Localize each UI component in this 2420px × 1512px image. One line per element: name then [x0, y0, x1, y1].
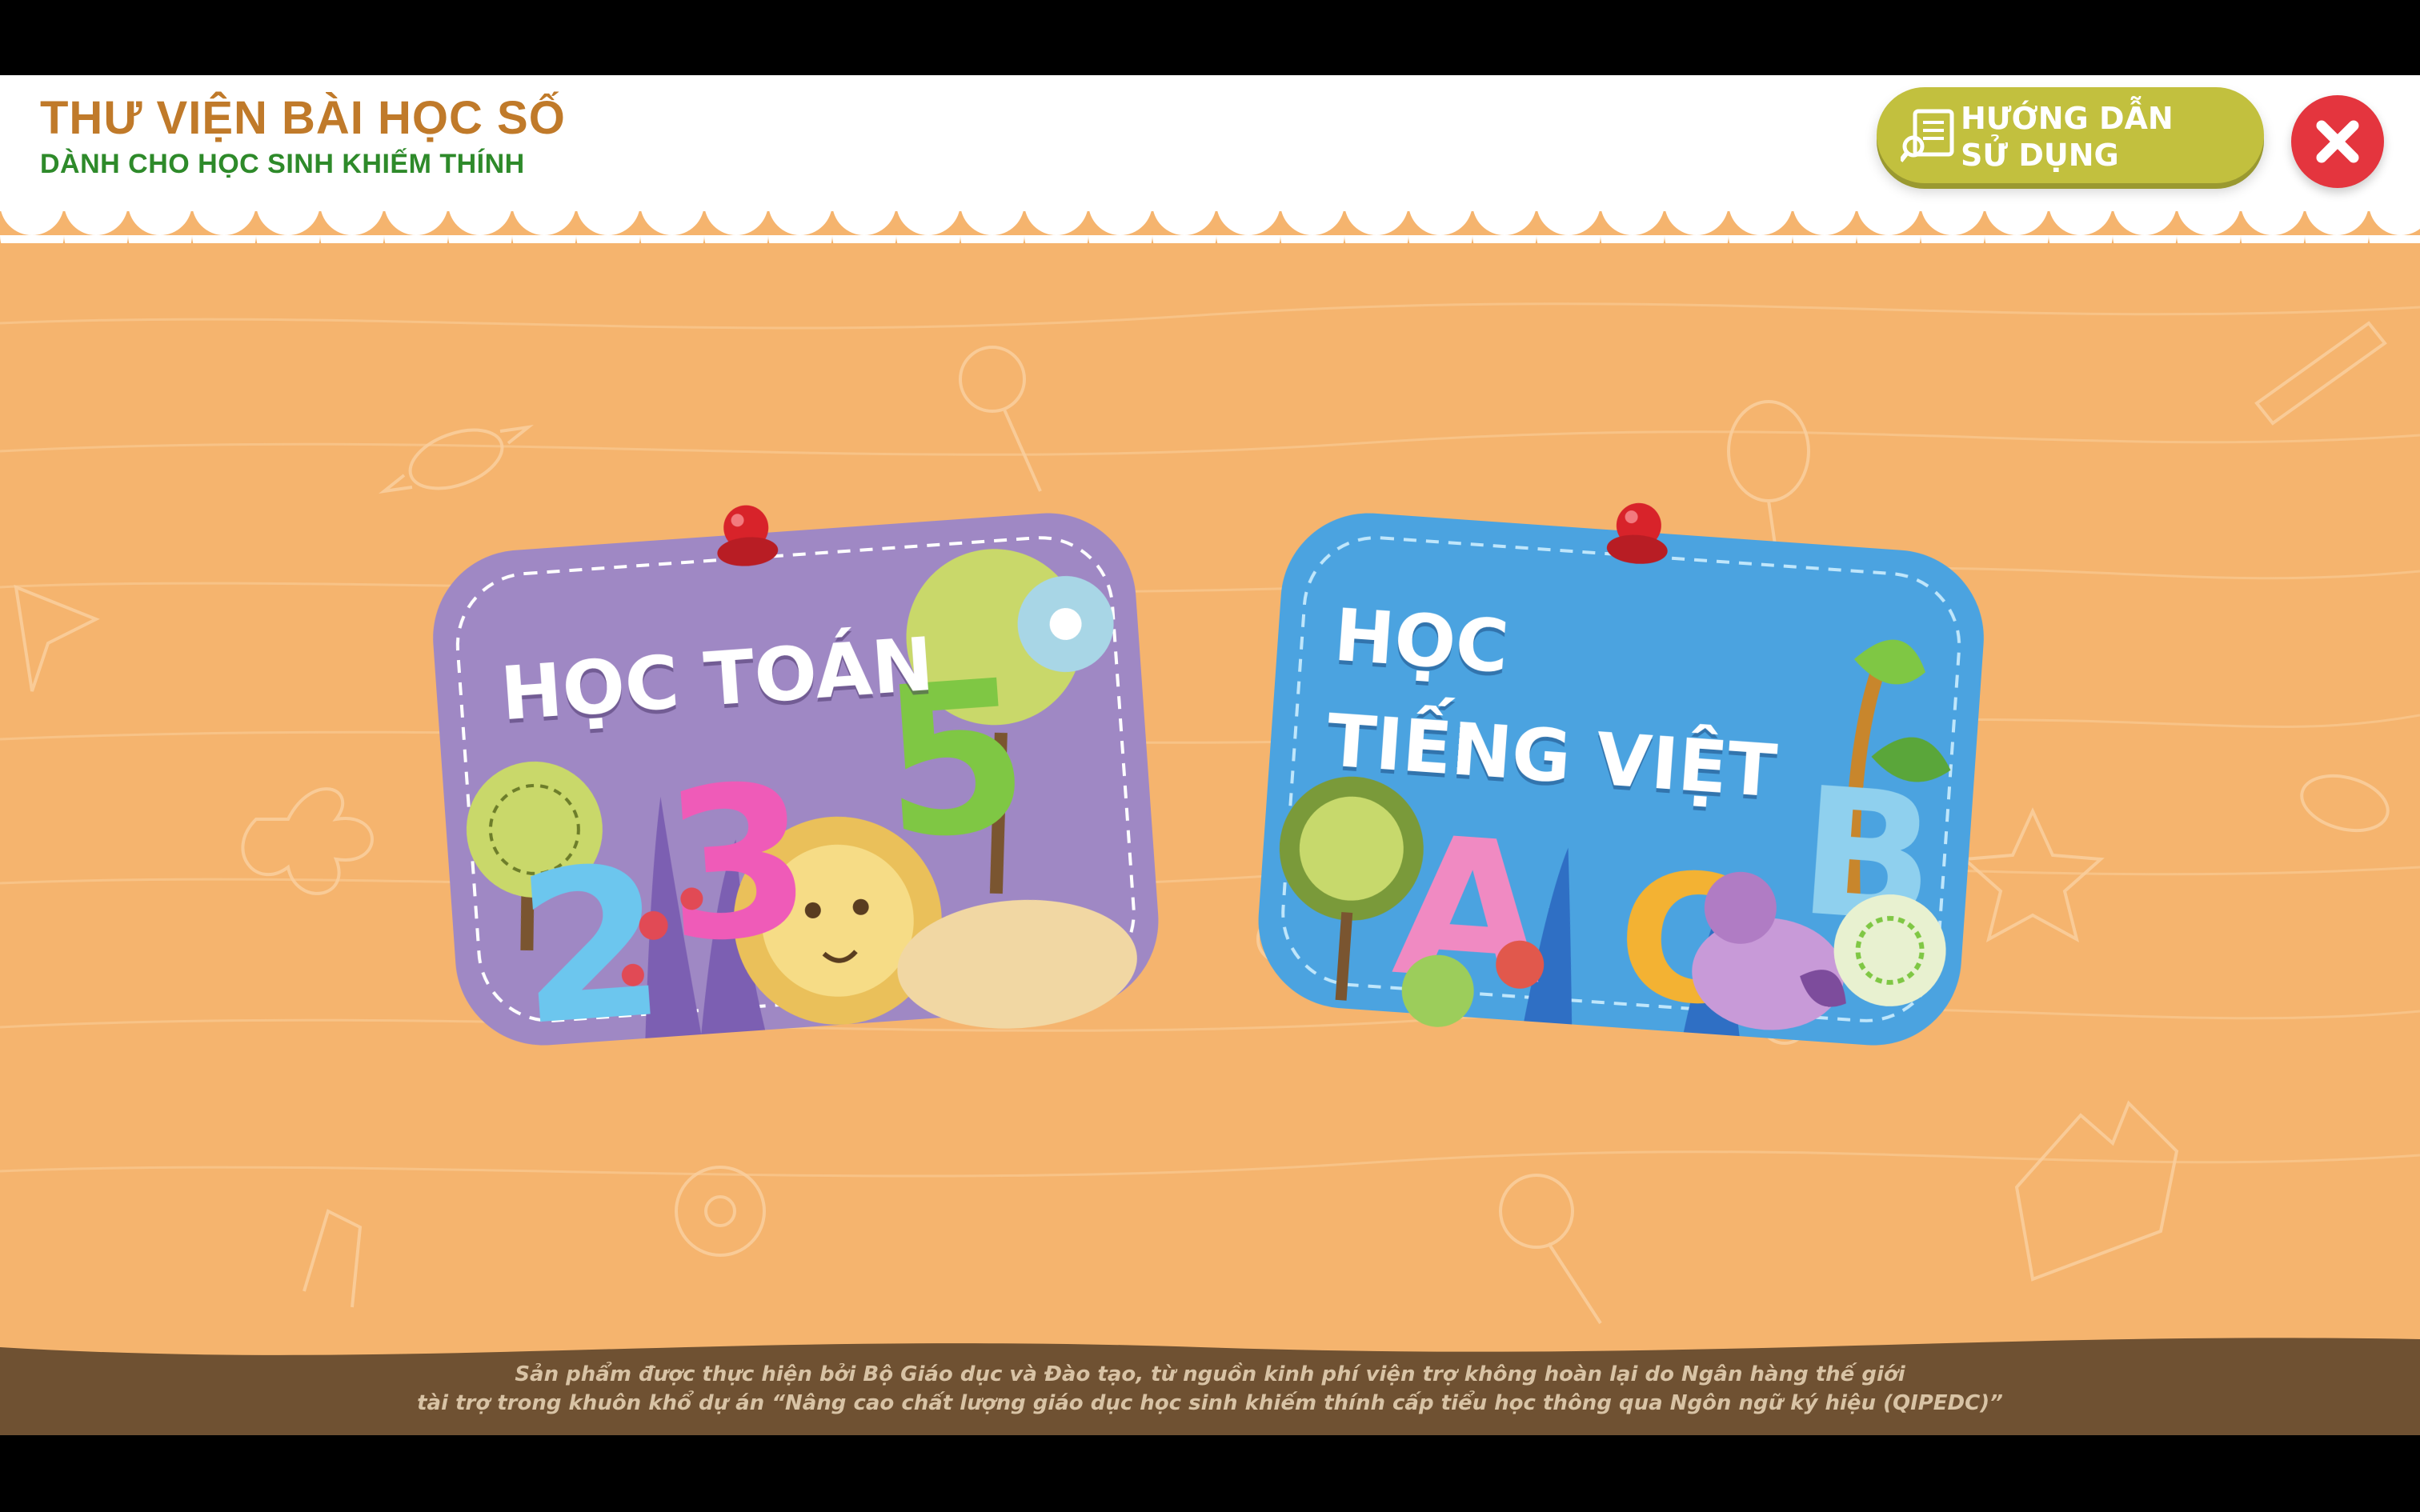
page-subtitle: DÀNH CHO HỌC SINH KHIẾM THÍNH — [40, 149, 525, 179]
user-guide-button[interactable]: HƯỚNG DẪN SỬ DỤNG — [1877, 87, 2264, 183]
top-letterbox — [0, 0, 2420, 75]
footer-credits: Sản phẩm được thực hiện bởi Bộ Giáo dục … — [0, 1360, 2420, 1418]
footer-line-2: tài trợ trong khuôn khổ dự án “Nâng cao … — [417, 1391, 2003, 1415]
header: THƯ VIỆN BÀI HỌC SỐ DÀNH CHO HỌC SINH KH… — [0, 75, 2420, 243]
bottom-letterbox — [0, 1435, 2420, 1512]
close-icon — [2316, 120, 2359, 163]
page-title: THƯ VIỆN BÀI HỌC SỐ — [40, 92, 566, 144]
close-button[interactable] — [2291, 95, 2384, 188]
footer-line-1: Sản phẩm được thực hiện bởi Bộ Giáo dục … — [515, 1362, 1905, 1386]
vietnamese-lesson-card[interactable]: A C B HỌC TIẾNG VIỆT — [1232, 458, 2009, 1116]
svg-text:3: 3 — [657, 738, 819, 990]
math-card-art: 2 3 5 — [433, 505, 1159, 1072]
main-stage: THƯ VIỆN BÀI HỌC SỐ DÀNH CHO HỌC SINH KH… — [0, 75, 2420, 1435]
vietnamese-card-label: HỌC TIẾNG VIỆT — [1324, 593, 1780, 814]
wood-background-doodles — [0, 302, 2420, 1325]
user-guide-label: HƯỚNG DẪN SỬ DỤNG — [1961, 101, 2174, 173]
manual-icon — [1901, 109, 1954, 162]
math-lesson-card[interactable]: 2 3 5 HỌC TOÁN — [408, 458, 1185, 1116]
svg-text:2: 2 — [511, 821, 672, 1072]
